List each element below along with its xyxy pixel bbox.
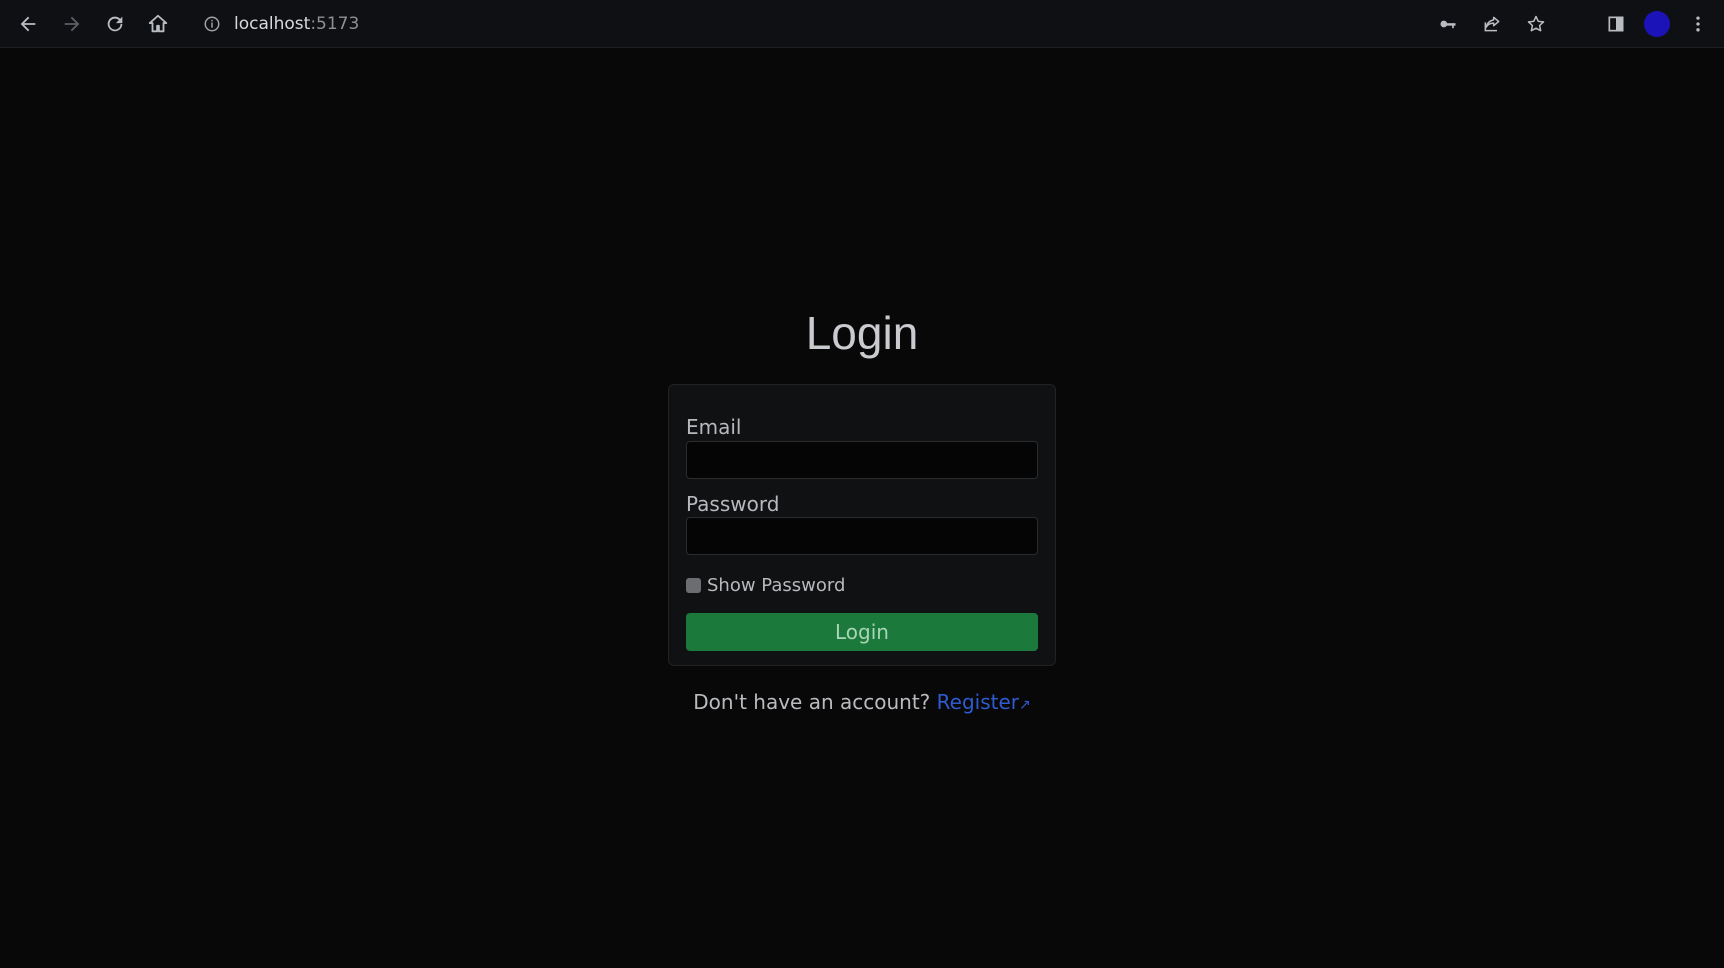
show-password-label[interactable]: Show Password — [707, 575, 845, 596]
side-panel-button[interactable] — [1602, 10, 1630, 38]
share-icon — [1484, 16, 1500, 32]
profile-avatar[interactable] — [1644, 11, 1670, 37]
password-input[interactable] — [686, 517, 1038, 555]
login-button[interactable]: Login — [686, 613, 1038, 651]
password-key-button[interactable] — [1434, 10, 1462, 38]
back-icon — [20, 16, 36, 32]
address-bar[interactable]: localhost:5173 — [190, 6, 1550, 42]
key-icon — [1440, 20, 1456, 29]
register-prompt-text: Don't have an account? — [693, 690, 931, 714]
info-icon[interactable] — [202, 14, 222, 34]
page-title: Login — [805, 307, 919, 359]
show-password-row[interactable]: Show Password — [686, 575, 845, 596]
forward-icon — [64, 16, 80, 32]
reload-button[interactable] — [101, 10, 129, 38]
home-button[interactable] — [144, 10, 172, 38]
share-button[interactable] — [1478, 10, 1506, 38]
email-label: Email — [686, 415, 742, 439]
bookmark-button[interactable] — [1522, 10, 1550, 38]
reload-icon — [107, 16, 123, 32]
password-label: Password — [686, 492, 780, 516]
home-icon — [148, 14, 168, 33]
show-password-checkbox[interactable] — [686, 578, 701, 593]
register-prompt-row: Don't have an account? Register↗ — [0, 690, 1724, 714]
star-icon — [1527, 15, 1545, 32]
kebab-menu-icon — [1696, 16, 1700, 32]
forward-button[interactable] — [58, 10, 86, 38]
browser-toolbar: localhost:5173 — [0, 0, 1724, 48]
email-input[interactable] — [686, 441, 1038, 479]
back-button[interactable] — [14, 10, 42, 38]
external-link-icon: ↗ — [1019, 697, 1031, 713]
url-text[interactable]: localhost:5173 — [234, 14, 359, 34]
login-form-card: Email Password Show Password Login — [668, 384, 1056, 666]
browser-menu-button[interactable] — [1684, 10, 1712, 38]
side-panel-icon — [1608, 16, 1624, 32]
register-link[interactable]: Register↗ — [937, 690, 1031, 714]
page-content: Login Email Password Show Password Login… — [0, 48, 1724, 968]
